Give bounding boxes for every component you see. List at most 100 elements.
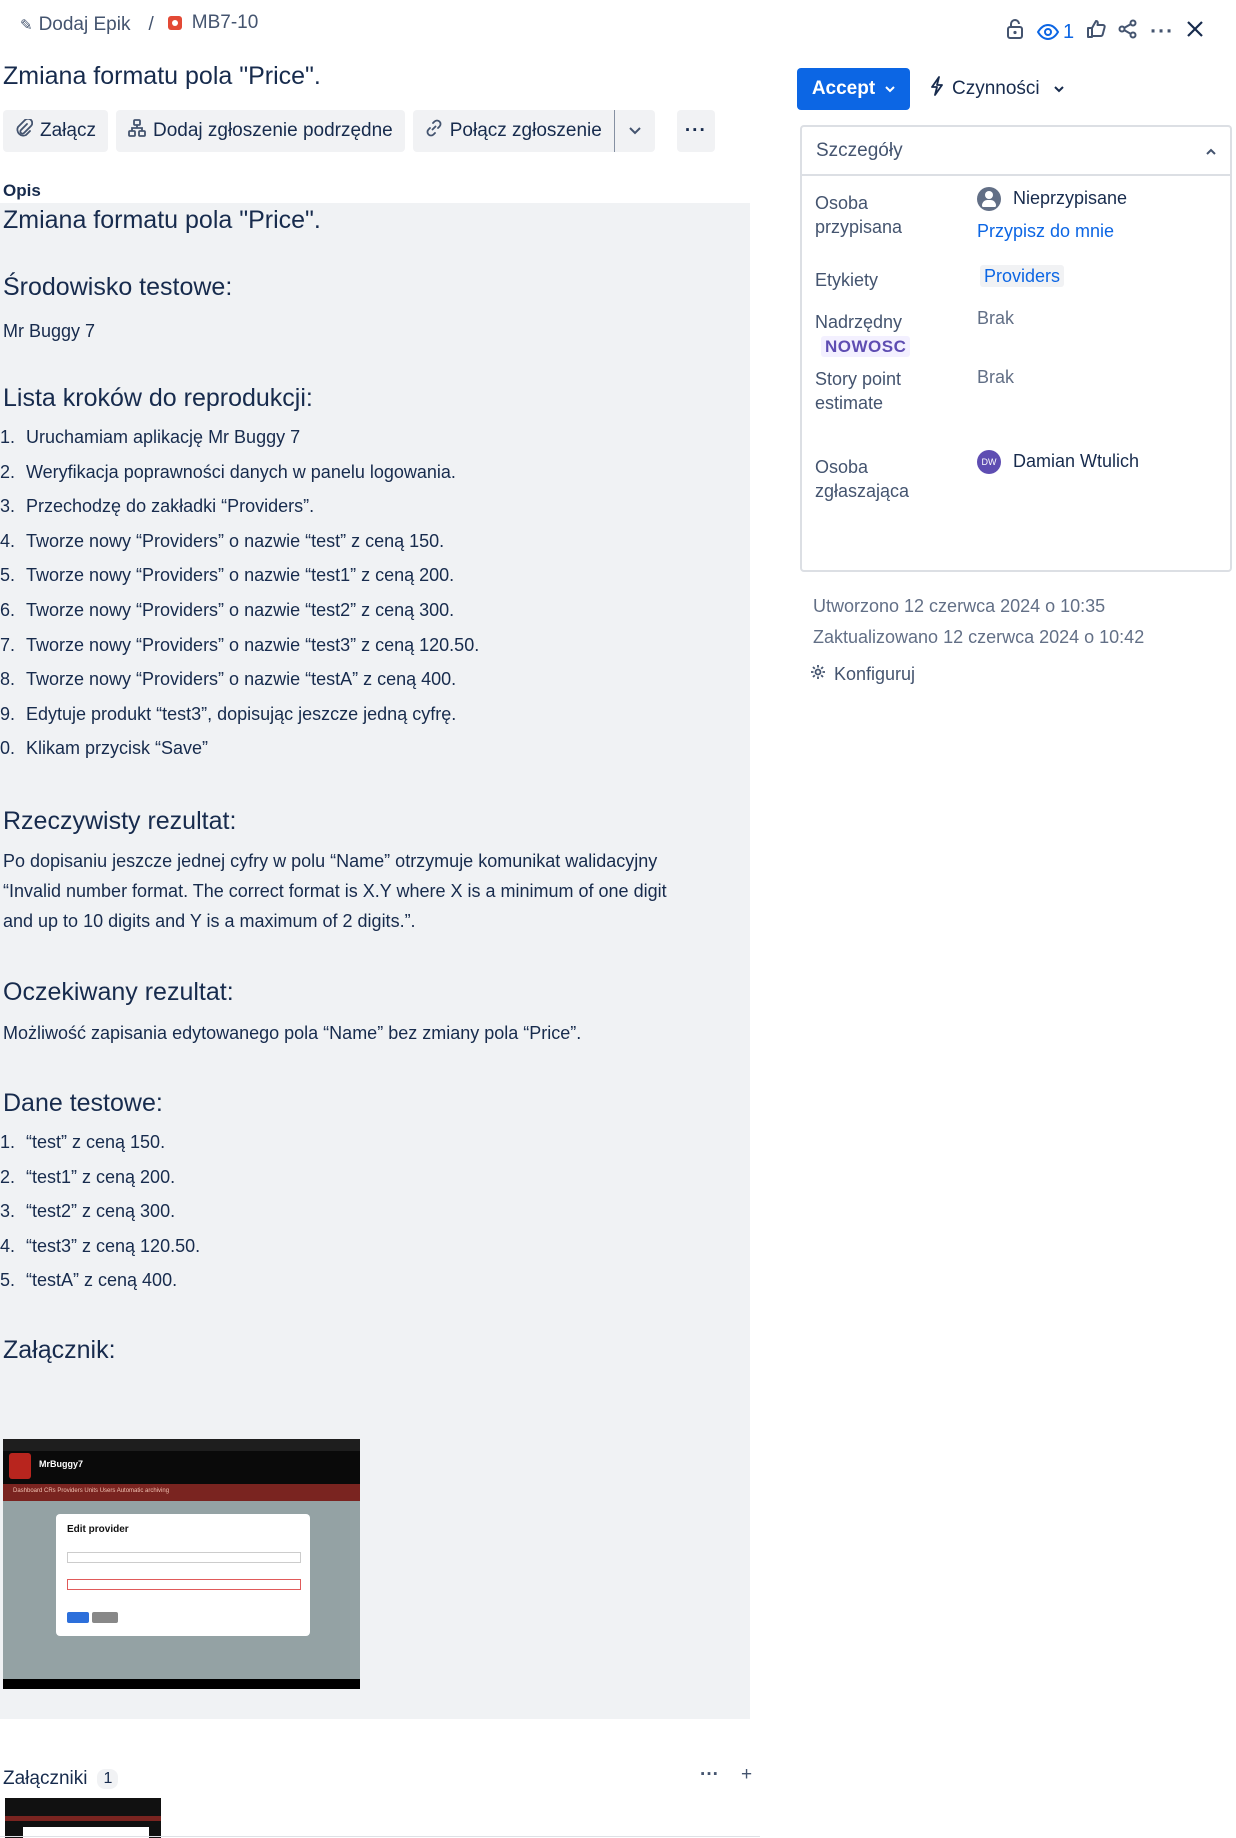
- list-item-text: Przechodzę do zakładki “Providers”.: [26, 496, 315, 517]
- list-item-text: Tworze nowy “Providers” o nazwie “test2”…: [26, 599, 455, 620]
- list-item: 5. “testA” z ceną 400.: [0, 1270, 200, 1305]
- watchers-button[interactable]: 1: [1037, 21, 1074, 44]
- list-item: 2. Weryfikacja poprawności danych w panel…: [0, 462, 479, 497]
- list-item: 9. Edytuje produkt “test3”, dopisując jes…: [0, 704, 479, 739]
- actions-button[interactable]: Czynności: [930, 76, 1064, 102]
- labels-label: Etykiety: [815, 270, 879, 290]
- list-item-number: 3.: [0, 1201, 16, 1222]
- test-data-heading: Dane testowe:: [3, 1089, 163, 1117]
- assignee-value[interactable]: Nieprzypisane: [977, 187, 1127, 211]
- screenshot-bottom-bar: [3, 1679, 360, 1689]
- list-item-text: Tworze nowy “Providers” o nazwie “testA”…: [26, 669, 457, 690]
- chevron-down-icon: [1053, 82, 1064, 96]
- add-child-issue-button[interactable]: Dodaj zgłoszenie podrzędne: [115, 110, 405, 152]
- test-data-list: 1. “test” z ceną 150. 2. “test1” z ceną 200…: [0, 1132, 200, 1305]
- accept-button[interactable]: Accept: [797, 68, 910, 110]
- configure-button[interactable]: Konfiguruj: [810, 664, 915, 685]
- steps-list: 1. Uruchamiam aplikację Mr Buggy 7 2. Weryf…: [0, 427, 479, 773]
- assignee-name: Nieprzypisane: [1013, 187, 1128, 208]
- chevron-up-icon[interactable]: [1206, 144, 1216, 158]
- link-issue-button[interactable]: Połącz zgłoszenie: [413, 110, 614, 152]
- list-item-number: 1.: [0, 1132, 16, 1152]
- list-item-text: Uruchamiam aplikację Mr Buggy 7: [26, 427, 301, 447]
- more-actions-icon[interactable]: ···: [1150, 20, 1174, 44]
- screenshot-error: [67, 1593, 299, 1601]
- list-item-text: “testA” z ceną 400.: [26, 1270, 178, 1291]
- list-item: 3. “test2” z ceną 300.: [0, 1201, 200, 1236]
- env-heading: Środowisko testowe:: [3, 273, 233, 301]
- list-item-text: “test3” z ceną 120.50.: [26, 1235, 201, 1256]
- share-icon[interactable]: [1118, 19, 1138, 45]
- attachment-thumbnail[interactable]: [5, 1798, 161, 1838]
- list-item-number: 2.: [0, 1166, 16, 1187]
- eye-icon: [1037, 24, 1059, 40]
- issue-toolbar: Załącz Dodaj zgłoszenie podrzędne Połącz…: [3, 110, 715, 152]
- list-item: 2. “test1” z ceną 200.: [0, 1167, 200, 1202]
- expected-heading: Oczekiwany rezultat:: [3, 978, 234, 1006]
- assignee-label: Osoba przypisana: [815, 191, 902, 239]
- close-icon[interactable]: [1186, 20, 1204, 44]
- reporter-label-line: zgłaszająca: [815, 481, 910, 501]
- chevron-down-icon[interactable]: [615, 110, 655, 152]
- labels-value[interactable]: Providers: [980, 265, 1065, 287]
- actual-line: and up to 10 digits and Y is a maximum o…: [3, 911, 416, 931]
- assign-to-me-link[interactable]: Przypisz do mnie: [977, 221, 1114, 242]
- screenshot-save-button: [67, 1612, 89, 1623]
- parent-label: Nadrzędny NOWOSC: [815, 310, 911, 359]
- story-points-value[interactable]: Brak: [977, 367, 1014, 388]
- list-item-number: 4.: [0, 530, 16, 551]
- embedded-screenshot[interactable]: MrBuggy7 Dashboard CRs Providers Units U…: [3, 1439, 360, 1689]
- actions-label: Czynności: [952, 78, 1040, 99]
- description-heading: Zmiana formatu pola "Price".: [3, 206, 321, 234]
- user-avatar-icon: [977, 187, 1001, 211]
- list-item-number: 2.: [0, 461, 16, 482]
- list-item-number: 1.: [0, 427, 16, 447]
- actual-line: “Invalid number format. The correct form…: [3, 881, 667, 901]
- assignee-label-line: Osoba: [815, 193, 869, 213]
- actual-text: Po dopisaniu jeszcze jednej cyfry w polu…: [3, 846, 667, 936]
- reporter-name: Damian Wtulich: [1013, 450, 1140, 471]
- label-tag[interactable]: Providers: [980, 265, 1065, 287]
- chevron-down-icon: [885, 82, 895, 96]
- list-item: 1. Uruchamiam aplikację Mr Buggy 7: [0, 427, 479, 462]
- attachments-header: Załączniki 1: [3, 1768, 119, 1790]
- screenshot-modal-title: Edit provider: [67, 1524, 129, 1535]
- list-item: 5. Tworze nowy “Providers” o nazwie “test…: [0, 565, 479, 600]
- screenshot-modal: Edit provider: [56, 1514, 310, 1636]
- story-points-label-line: estimate: [815, 393, 884, 413]
- details-header[interactable]: Szczegóły: [802, 127, 1230, 176]
- expected-text: Możliwość zapisania edytowanego pola “Na…: [3, 1023, 582, 1043]
- attachment-heading: Załącznik:: [3, 1336, 116, 1364]
- screenshot-titlebar: [3, 1439, 360, 1451]
- attachments-add-button[interactable]: +: [741, 1764, 752, 1786]
- list-item-text: Tworze nowy “Providers” o nazwie “test1”…: [26, 565, 455, 586]
- story-points-label-line: Story point: [815, 369, 902, 389]
- env-value: Mr Buggy 7: [3, 321, 96, 341]
- attachments-label: Załączniki: [3, 1768, 88, 1789]
- thumbs-up-icon[interactable]: [1086, 19, 1106, 45]
- lock-icon[interactable]: [1005, 18, 1025, 46]
- breadcrumb-parent[interactable]: Dodaj Epik: [39, 14, 131, 36]
- actual-heading: Rzeczywisty rezultat:: [3, 807, 237, 835]
- pencil-icon: ✎: [20, 17, 33, 34]
- details-title: Szczegóły: [816, 139, 903, 161]
- attach-button-label: Załącz: [40, 120, 96, 141]
- list-item: 7. Tworze nowy “Providers” o nazwie “test…: [0, 635, 479, 670]
- parent-epic-lozenge: NOWOSC: [821, 336, 911, 357]
- lightning-icon: [930, 76, 944, 102]
- bug-issue-type-icon: [167, 16, 182, 30]
- list-item-number: 3.: [0, 496, 16, 517]
- story-points-label: Story point estimate: [815, 367, 901, 415]
- reporter-value[interactable]: DW Damian Wtulich: [977, 450, 1139, 474]
- list-item: 1. “test” z ceną 150.: [0, 1132, 200, 1167]
- more-toolbar-button[interactable]: ···: [676, 110, 715, 152]
- attach-button[interactable]: Załącz: [3, 110, 108, 152]
- avatar: DW: [977, 450, 1001, 474]
- reporter-label: Osoba zgłaszająca: [815, 455, 909, 503]
- screenshot-price-field: [67, 1579, 301, 1590]
- issue-title[interactable]: Zmiana formatu pola "Price".: [3, 62, 321, 91]
- attachments-more-button[interactable]: ···: [700, 1764, 719, 1786]
- screenshot-nav: Dashboard CRs Providers Units Users Auto…: [13, 1488, 170, 1494]
- breadcrumb-issue-key[interactable]: MB7-10: [192, 12, 259, 34]
- parent-value[interactable]: Brak: [977, 308, 1014, 329]
